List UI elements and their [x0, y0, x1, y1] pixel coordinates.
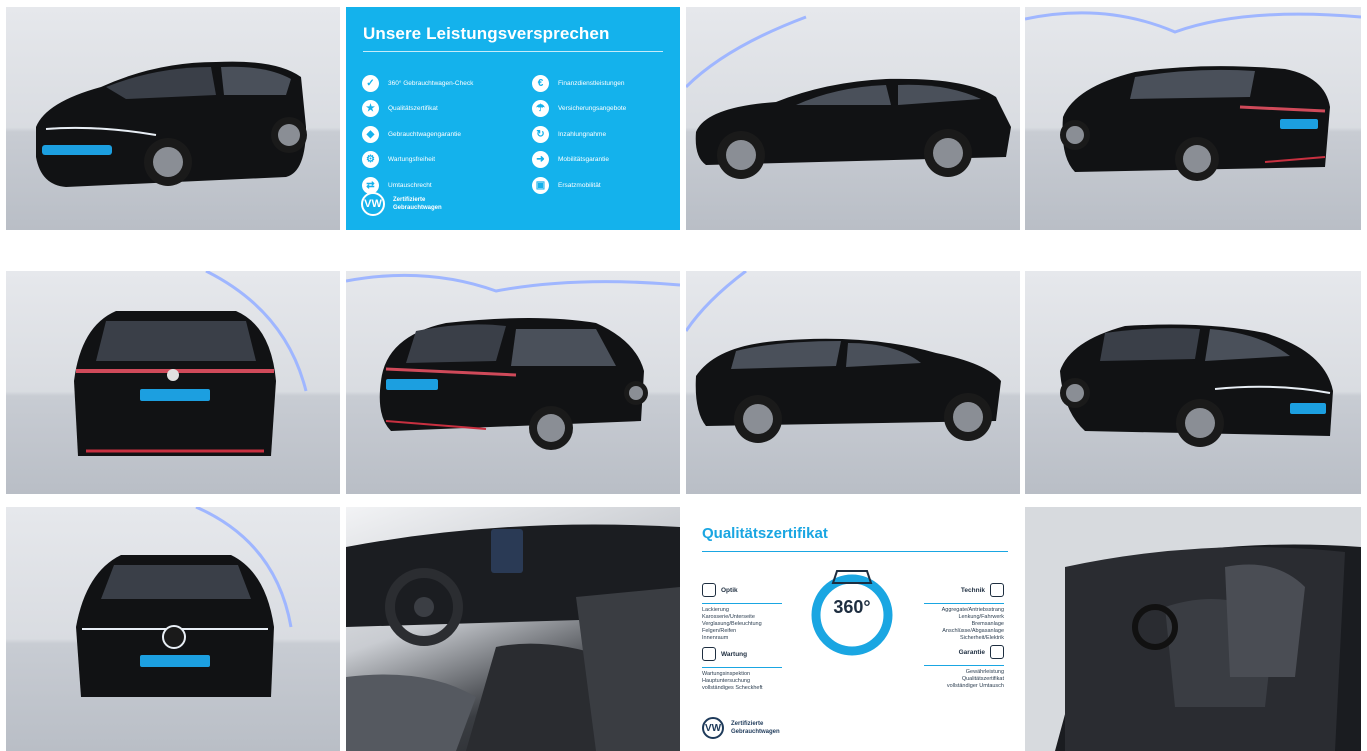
gallery-image-7[interactable]: [686, 271, 1020, 494]
quality-certificate-tile[interactable]: Qualitätszertifikat Optik Lackierung Kar…: [686, 507, 1020, 751]
promise-item-label: Qualitätszertifikat: [388, 105, 438, 112]
promise-item: ➜ Mobilitätsgarantie: [532, 150, 680, 170]
quality-section-garantie: Garantie Gewährleistung Qualitätszertifi…: [924, 645, 1004, 690]
car-right-side-photo: [686, 271, 1001, 443]
interior-dashboard-photo: [346, 524, 680, 751]
section-row: Gewährleistung: [965, 669, 1004, 675]
section-row: Aggregate/Antriebsstrang: [941, 607, 1004, 613]
gallery-image-9[interactable]: [6, 507, 340, 751]
check-360-icon: ✓: [362, 74, 379, 92]
section-row: Anschlüsse/Abgasanlage: [942, 628, 1004, 634]
badge-number: 360°: [833, 597, 871, 617]
promise-item: ↻ Inzahlungnahme: [532, 124, 680, 144]
promise-item: ⚙ Wartungsfreiheit: [362, 150, 512, 170]
quality-section-optik: Optik Lackierung Karosserie/Unterseite V…: [702, 583, 782, 642]
promise-left-column: ✓ 360° Gebrauchtwagen-Check ★ Qualitätszer…: [362, 73, 512, 201]
gallery-image-4[interactable]: [1025, 7, 1361, 230]
promise-right-column: € Finanzdienstleistungen ☂ Versicherungsan…: [532, 73, 680, 201]
car-check-icon: [990, 583, 1004, 597]
section-row: Lackierung: [702, 607, 729, 613]
promise-item-label: Wartungsfreiheit: [388, 156, 436, 163]
check-360-badge: 360°: [807, 553, 897, 659]
quality-brand-block: VW Zertifizierte Gebrauchtwagen: [702, 717, 780, 739]
interior-driver-seat-photo: [1025, 507, 1361, 751]
promise-item-label: Gebrauchtwagengarantie: [388, 130, 461, 138]
quality-divider: [702, 551, 1008, 552]
promise-item: € Finanzdienstleistungen: [532, 73, 680, 93]
section-heading: Garantie: [958, 648, 985, 656]
promise-item: ☂ Versicherungsangebote: [532, 99, 680, 119]
section-heading: Wartung: [721, 650, 748, 658]
promise-item-label: Mobilitätsgarantie: [558, 156, 609, 163]
car-front-left-photo: [36, 61, 307, 188]
promise-tile[interactable]: Unsere Leistungsversprechen ✓ 360° Gebrau…: [346, 7, 680, 230]
promise-divider: [363, 51, 663, 52]
brand-line-1: Zertifizierte: [731, 721, 764, 727]
quality-section-technik: Technik Aggregate/Antriebsstrang Lenkung…: [924, 583, 1004, 642]
shield-check-icon: [990, 645, 1004, 659]
quality-section-wartung: Wartung Wartungsinspektion Hauptuntersuc…: [702, 647, 782, 692]
promise-title: Unsere Leistungsversprechen: [363, 24, 610, 43]
brand-text: Zertifizierte Gebrauchtwagen: [393, 196, 442, 212]
certificate-icon: ★: [362, 100, 379, 117]
promise-item: ▣ Ersatzmobilität: [532, 175, 680, 195]
promise-item-label: 360° Gebrauchtwagen-Check: [388, 79, 474, 87]
section-row: Wartungsinspektion: [702, 671, 751, 677]
promise-item-label: Ersatzmobilität: [558, 181, 601, 189]
gallery-image-10[interactable]: [346, 507, 680, 751]
car-front-photo: [76, 507, 293, 697]
promise-item-label: Finanzdienstleistungen: [558, 79, 625, 87]
brand-line-2: Gebrauchtwagen: [393, 205, 442, 211]
wrench-icon: ⚙: [362, 151, 379, 168]
gallery-image-1[interactable]: [6, 7, 340, 230]
promise-item-label: Versicherungsangebote: [558, 105, 627, 112]
section-row: Lenkung/Fahrwerk: [958, 614, 1004, 620]
car-front-right-photo: [1060, 324, 1333, 447]
section-row: Hauptuntersuchung: [702, 678, 751, 684]
section-row: Bremsanlage: [971, 621, 1004, 627]
car-rear-left-photo: [1025, 11, 1361, 181]
brand-block: VW Zertifizierte Gebrauchtwagen: [361, 192, 442, 216]
section-row: Innenraum: [702, 635, 729, 641]
insurance-icon: ☂: [532, 100, 549, 117]
promise-item: ✓ 360° Gebrauchtwagen-Check: [362, 73, 512, 93]
gallery-image-3[interactable]: [686, 7, 1020, 230]
vw-logo-icon: VW: [361, 192, 385, 216]
service-icon: [702, 647, 716, 661]
brand-text: Zertifizierte Gebrauchtwagen: [731, 720, 780, 736]
brand-line-1: Zertifizierte: [393, 197, 426, 203]
vw-logo-icon: VW: [702, 717, 724, 739]
gallery-image-8[interactable]: [1025, 271, 1361, 494]
gallery-image-12[interactable]: [1025, 507, 1361, 751]
exchange-icon: ⇄: [362, 176, 379, 194]
section-row: vollständiger Umtausch: [946, 683, 1004, 689]
finance-icon: €: [532, 74, 549, 92]
promise-item-label: Umtauschrecht: [388, 181, 432, 189]
quality-title: Qualitätszertifikat: [702, 525, 828, 542]
car-rear-photo: [74, 271, 308, 456]
section-row: Karosserie/Unterseite: [702, 614, 755, 620]
section-row: Felgen/Reifen: [702, 628, 737, 634]
promise-item: ◆ Gebrauchtwagengarantie: [362, 124, 512, 144]
car-icon: ▣: [532, 176, 549, 194]
car-left-side-photo: [686, 15, 1011, 179]
car-front-icon: [702, 583, 716, 597]
section-heading: Technik: [960, 586, 985, 594]
brand-line-2: Gebrauchtwagen: [731, 729, 780, 735]
car-rear-right-photo: [346, 273, 680, 450]
mobility-icon: ➜: [532, 151, 549, 168]
shield-icon: ◆: [362, 125, 379, 143]
section-row: Verglasung/Beleuchtung: [702, 621, 762, 627]
promise-item-label: Inzahlungnahme: [558, 130, 607, 138]
gallery-image-5[interactable]: [6, 271, 340, 494]
section-row: Sicherheit/Elektrik: [959, 635, 1004, 641]
gallery-image-6[interactable]: [346, 271, 680, 494]
trade-in-icon: ↻: [532, 125, 549, 143]
section-row: vollständiges Scheckheft: [702, 685, 763, 691]
section-heading: Optik: [721, 586, 738, 594]
section-row: Qualitätszertifikat: [961, 676, 1004, 682]
promise-item: ★ Qualitätszertifikat: [362, 99, 512, 119]
